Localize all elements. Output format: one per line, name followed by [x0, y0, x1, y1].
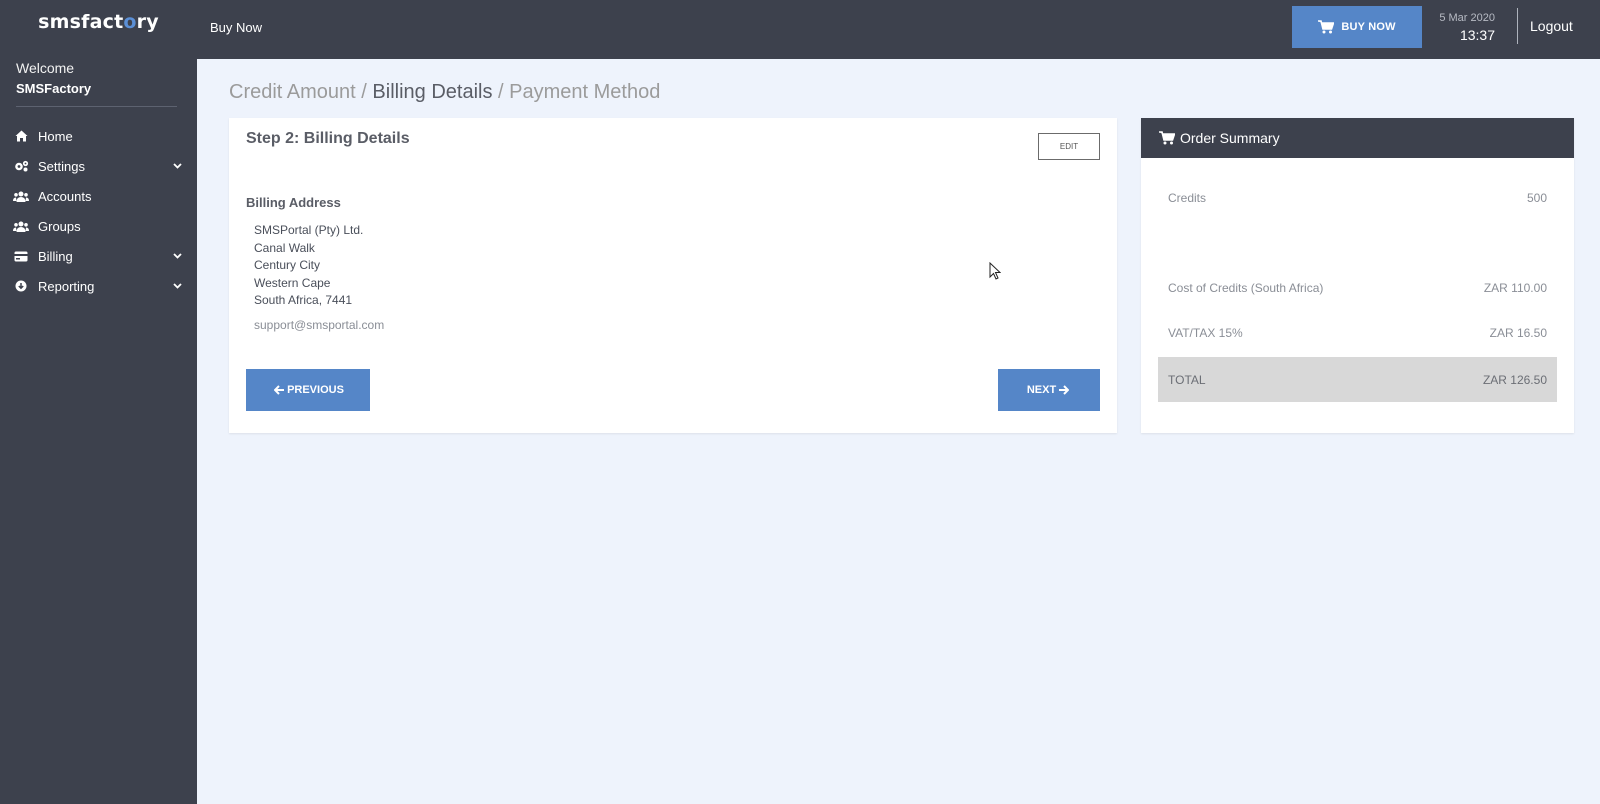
top-bar: Buy Now BUY NOW 5 Mar 2020 13:37 Logout — [197, 0, 1600, 59]
sidebar-item-label: Billing — [38, 248, 73, 264]
breadcrumb-billing-details: Billing Details — [372, 81, 493, 103]
sidebar-item-label: Reporting — [38, 278, 95, 294]
next-button[interactable]: NEXT — [998, 369, 1100, 411]
address-line: SMSPortal (Pty) Ltd. — [254, 223, 364, 237]
cart-icon — [1318, 20, 1335, 34]
sidebar-item-reporting[interactable]: Reporting — [0, 271, 197, 301]
buy-now-label: BUY NOW — [1341, 21, 1396, 33]
logo[interactable]: smsfactory — [0, 0, 197, 42]
datetime: 5 Mar 2020 13:37 — [1425, 12, 1495, 43]
users-icon — [13, 218, 29, 234]
arrow-right-icon — [1058, 385, 1070, 395]
breadcrumb: Credit Amount / Billing Details / Paymen… — [229, 81, 660, 104]
order-summary-title: Order Summary — [1180, 130, 1280, 146]
breadcrumb-separator: / — [492, 81, 510, 103]
address-line: Century City — [254, 258, 321, 272]
arrow-left-icon — [274, 385, 285, 395]
step-title: Step 2: Billing Details — [246, 130, 410, 147]
total-label: TOTAL — [1168, 372, 1206, 387]
cart-icon — [1159, 131, 1175, 145]
page-title: Buy Now — [210, 20, 263, 35]
summary-label: Credits — [1168, 191, 1207, 205]
next-label: NEXT — [1026, 384, 1057, 396]
summary-label: VAT/TAX 15% — [1168, 326, 1243, 340]
summary-value: ZAR 110.00 — [1483, 281, 1547, 295]
current-date: 5 Mar 2020 — [1439, 12, 1495, 24]
address-line: Canal Walk — [254, 240, 315, 255]
address-line: South Africa, 7441 — [254, 293, 353, 307]
billing-address-heading: Billing Address — [246, 195, 341, 210]
welcome-block: Welcome SMSFactory — [0, 42, 197, 106]
logout-link[interactable]: Logout — [1530, 18, 1573, 34]
chevron-down-icon — [172, 251, 182, 261]
current-time: 13:37 — [1459, 27, 1495, 43]
summary-row-vat: VAT/TAX 15% ZAR 16.50 — [1168, 326, 1547, 340]
welcome-label: Welcome — [16, 60, 75, 76]
summary-label: Cost of Credits (South Africa) — [1168, 281, 1324, 295]
breadcrumb-payment-method: Payment Method — [509, 81, 661, 103]
summary-row-credits: Credits 500 — [1168, 191, 1547, 205]
billing-email: support@smsportal.com — [254, 318, 385, 332]
sidebar-item-groups[interactable]: Groups — [0, 211, 197, 241]
sidebar-item-label: Home — [38, 128, 73, 144]
credit-card-icon — [13, 248, 29, 264]
order-summary-header: Order Summary — [1141, 118, 1574, 158]
sidebar-item-label: Accounts — [38, 188, 92, 204]
summary-value: ZAR 16.50 — [1489, 326, 1547, 340]
sidebar-item-accounts[interactable]: Accounts — [0, 181, 197, 211]
chevron-down-icon — [172, 161, 182, 171]
address-line: Western Cape — [254, 275, 331, 290]
chevron-down-icon — [172, 281, 182, 291]
logo-text: smsfactory — [38, 11, 159, 33]
billing-address: SMSPortal (Pty) Ltd. Canal Walk Century … — [254, 222, 363, 310]
cogs-icon — [13, 158, 29, 174]
users-icon — [13, 188, 29, 204]
sidebar-item-billing[interactable]: Billing — [0, 241, 197, 271]
summary-value: 500 — [1526, 191, 1547, 205]
sidebar-item-home[interactable]: Home — [0, 121, 197, 151]
sidebar-item-settings[interactable]: Settings — [0, 151, 197, 181]
sidebar: smsfactory Welcome SMSFactory Home Setti… — [0, 0, 197, 804]
edit-button[interactable]: EDIT — [1038, 133, 1100, 160]
summary-total-row: TOTAL ZAR 126.50 — [1158, 357, 1557, 402]
home-icon — [13, 128, 29, 144]
sidebar-divider — [16, 106, 177, 107]
billing-details-card: Step 2: Billing Details EDIT Billing Add… — [229, 118, 1117, 433]
breadcrumb-credit-amount[interactable]: Credit Amount — [229, 81, 356, 103]
sidebar-item-label: Settings — [38, 158, 85, 174]
buy-now-button[interactable]: BUY NOW — [1292, 6, 1422, 48]
username: SMSFactory — [16, 81, 92, 96]
sidebar-item-label: Groups — [38, 218, 81, 234]
order-summary-card: Order Summary Credits 500 Cost of Credit… — [1141, 118, 1574, 433]
previous-label: PREVIOUS — [287, 384, 344, 396]
mouse-cursor-icon — [989, 261, 1002, 285]
breadcrumb-separator: / — [355, 81, 373, 103]
previous-button[interactable]: PREVIOUS — [246, 369, 370, 411]
summary-row-cost: Cost of Credits (South Africa) ZAR 110.0… — [1168, 281, 1547, 295]
chart-icon — [13, 278, 29, 294]
topbar-divider — [1517, 8, 1518, 44]
total-value: ZAR 126.50 — [1482, 372, 1547, 387]
